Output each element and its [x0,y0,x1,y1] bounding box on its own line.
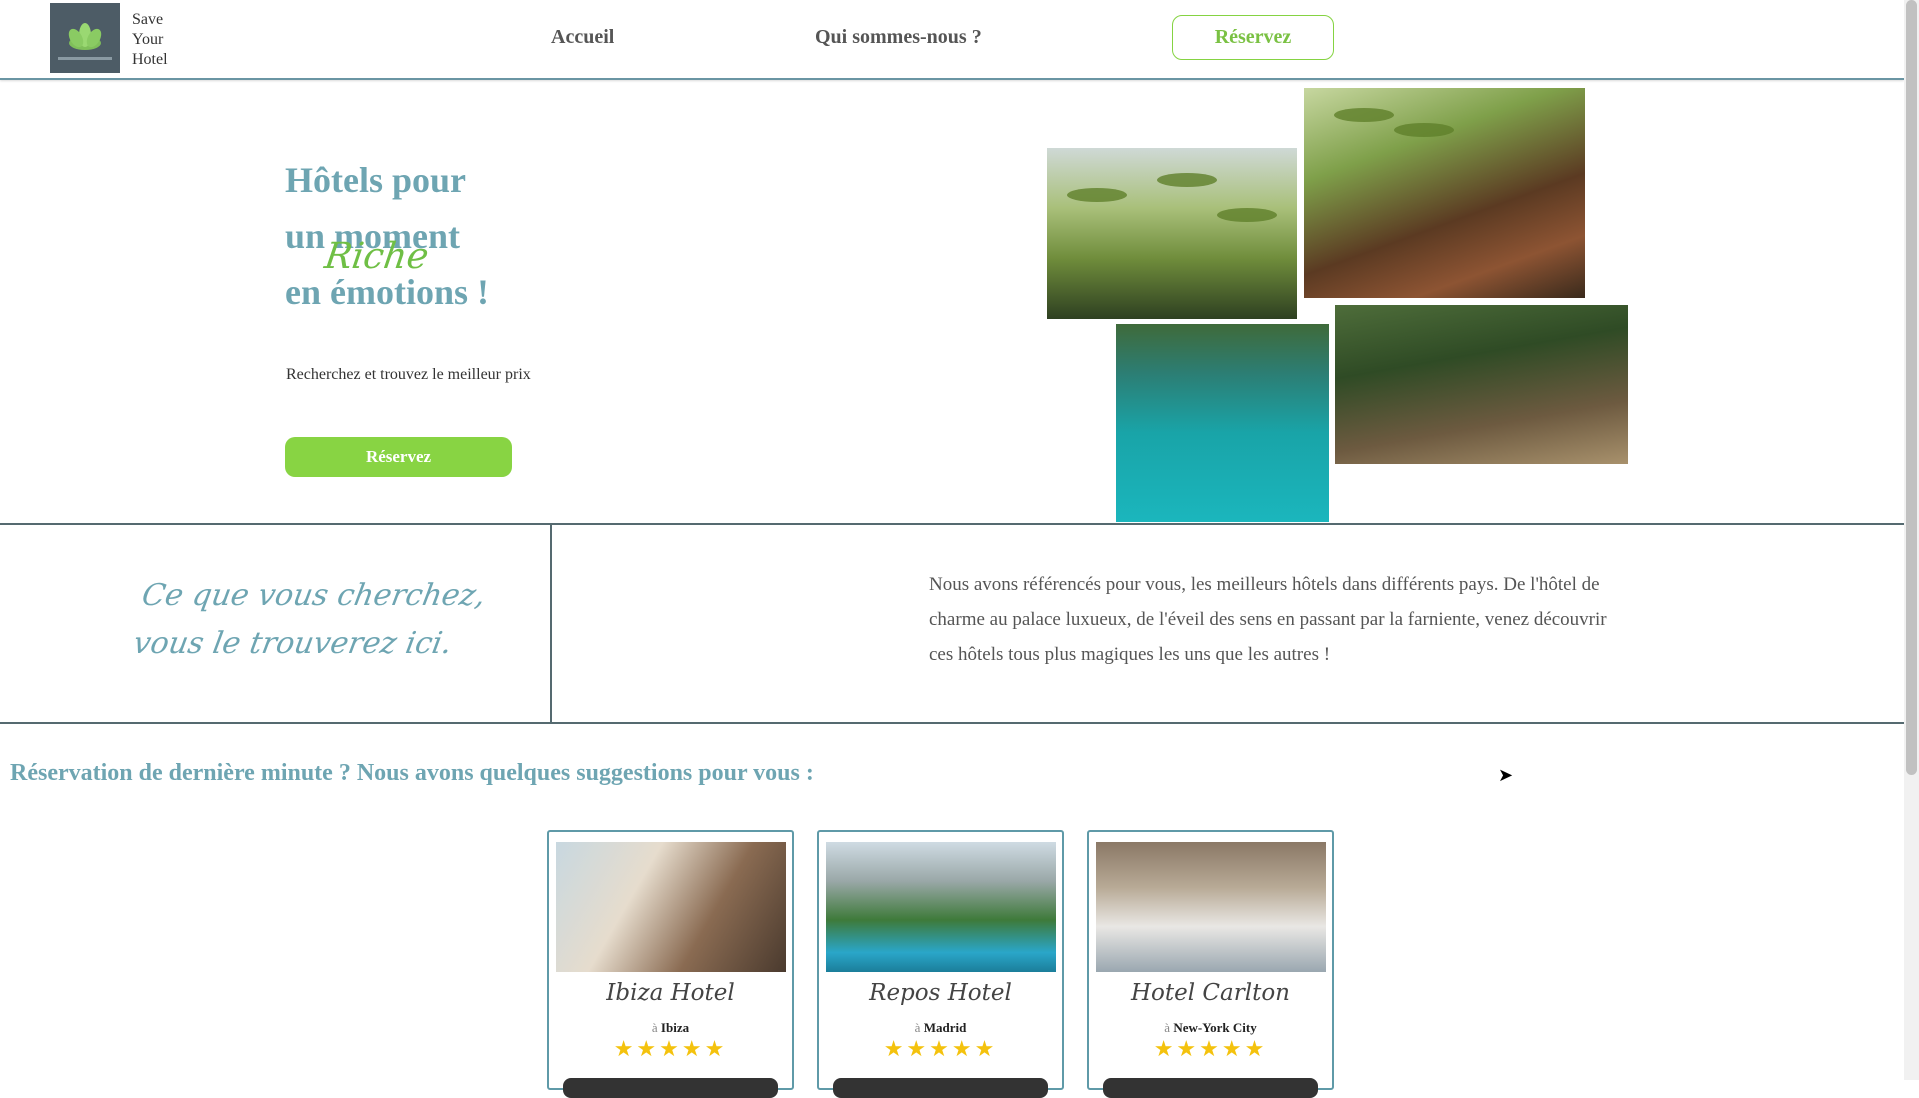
city-name: Ibiza [660,1020,690,1035]
star-rating-icon: ★★★★★ [613,1037,728,1062]
hotel-city: à Madrid [819,1020,1062,1036]
hotel-name: Hotel Carlton [1131,980,1290,1006]
hotel-city: à New-York City [1089,1020,1332,1036]
hotel-city: à Ibiza [549,1020,792,1036]
logo-line: Hotel [132,51,168,68]
hotel-name: Ibiza Hotel [606,980,735,1006]
hero-script-word: Riche [322,236,432,277]
site-header: Save Your Hotel Accueil Qui sommes-nous … [0,0,1904,80]
scrollbar-thumb[interactable] [1906,0,1917,775]
hero-subtitle: Recherchez et trouvez le meilleur prix [286,366,531,383]
hotel-card[interactable]: Repos Hotel à Madrid ★★★★★ [817,830,1064,1098]
intro-quote-line: vous le trouverez ici. [130,626,455,661]
hotel-card-button[interactable] [1103,1078,1318,1098]
logo-line: Your [132,31,164,48]
lotus-logo-icon [50,3,120,73]
hotel-card[interactable]: Hotel Carlton à New-York City ★★★★★ [1087,830,1334,1098]
intro-quote: Ce que vous cherchez, vous le trouverez … [130,572,490,668]
hotel-name: Repos Hotel [869,980,1012,1006]
hero-reserve-button[interactable]: Réservez [285,437,512,477]
scrollbar[interactable] [1904,0,1919,1080]
logo-text: Save Your Hotel [132,10,168,70]
hotel-card-button[interactable] [563,1078,778,1098]
header-reserve-button[interactable]: Réservez [1172,15,1334,60]
mouse-cursor-icon: ➤ [1498,765,1514,786]
nav-qui-sommes-nous[interactable]: Qui sommes-nous ? [815,26,982,49]
hotel-card[interactable]: Ibiza Hotel à Ibiza ★★★★★ [547,830,794,1098]
star-rating-icon: ★★★★★ [1153,1037,1268,1062]
divider-vertical [550,524,552,722]
city-prefix: à [914,1020,921,1035]
logo-line: Save [132,11,164,28]
hero-photo-villa [1304,88,1585,298]
hero-photo-palms [1047,148,1297,319]
hotel-photo [1096,842,1326,972]
star-rating-icon: ★★★★★ [883,1037,998,1062]
city-name: New-York City [1173,1020,1257,1035]
divider-bottom [0,722,1904,724]
nav-accueil[interactable]: Accueil [551,26,614,49]
hotel-photo [826,842,1056,972]
city-name: Madrid [923,1020,967,1035]
divider-top [0,523,1904,525]
hero-photo-pool [1116,324,1329,522]
hotel-photo [556,842,786,972]
hotel-card-button[interactable] [833,1078,1048,1098]
logo[interactable] [50,3,120,73]
city-prefix: à [1164,1020,1171,1035]
hero-photo-garden [1335,305,1628,464]
intro-paragraph: Nous avons référencés pour vous, les mei… [929,574,1607,665]
hero-title-line: Hôtels pour [285,160,467,200]
intro-quote-line: Ce que vous cherchez, [139,578,489,613]
city-prefix: à [651,1020,658,1035]
suggestions-title: Réservation de dernière minute ? Nous av… [10,760,814,786]
